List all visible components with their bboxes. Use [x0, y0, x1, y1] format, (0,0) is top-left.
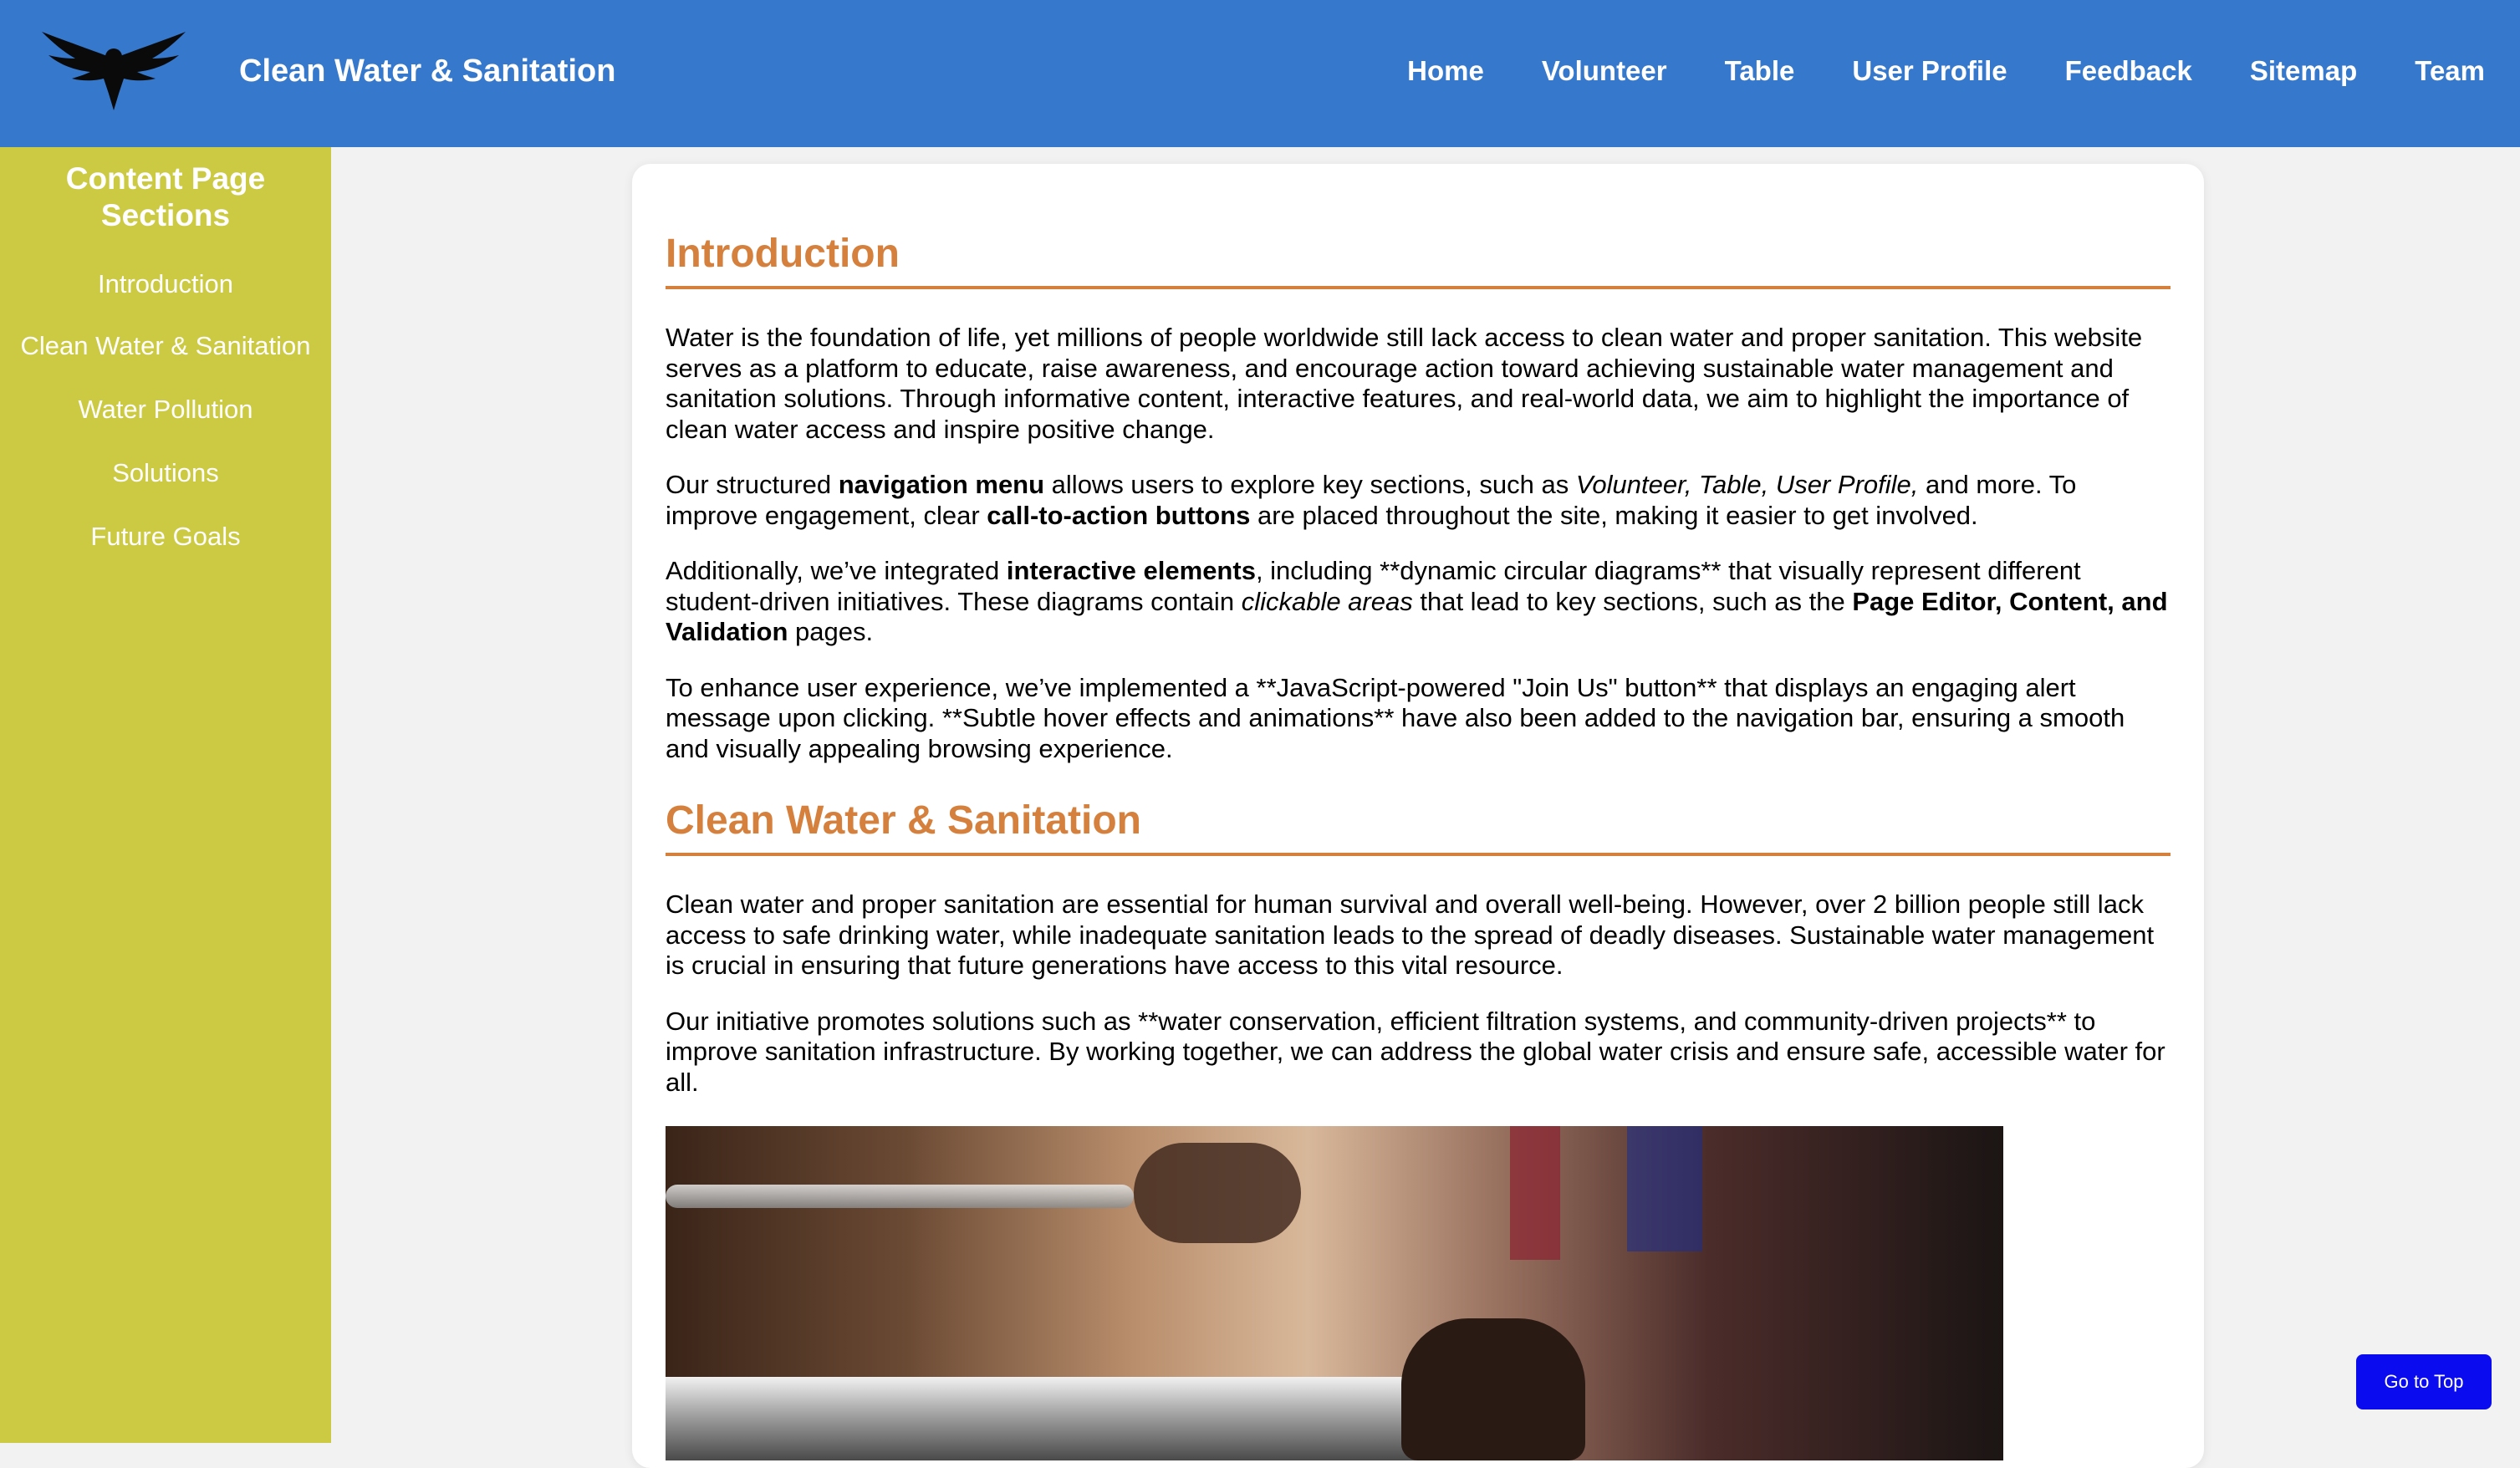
sidebar-item-water-pollution[interactable]: Water Pollution [0, 378, 331, 441]
site-header: Clean Water & Sanitation Home Volunteer … [0, 0, 2520, 147]
heading-clean-water: Clean Water & Sanitation [666, 798, 2171, 856]
sidebar-title: Content Page Sections [65, 161, 266, 232]
content-area: Introduction Water is the foundation of … [666, 231, 2171, 1460]
nav-table[interactable]: Table [1725, 50, 1795, 92]
sidebar-item-solutions[interactable]: Solutions [0, 441, 331, 505]
intro-paragraph-3: Additionally, we’ve integrated interacti… [666, 556, 2168, 646]
sidebar-item-future-goals[interactable]: Future Goals [0, 505, 331, 568]
clean-water-paragraph-1: Clean water and proper sanitation are es… [666, 889, 2155, 980]
go-to-top-button[interactable]: Go to Top [2356, 1354, 2492, 1409]
sidebar: Content Page Sections Introduction Clean… [0, 147, 331, 1443]
section-introduction: Introduction Water is the foundation of … [666, 231, 2171, 764]
sidebar-item-introduction[interactable]: Introduction [0, 266, 331, 314]
nav-volunteer[interactable]: Volunteer [1542, 50, 1667, 92]
nav-user-profile[interactable]: User Profile [1852, 50, 2007, 92]
nav-team[interactable]: Team [2415, 50, 2485, 92]
sidebar-item-clean-water-sanitation[interactable]: Clean Water & Sanitation [0, 314, 331, 378]
main-nav: Home Volunteer Table User Profile Feedba… [1407, 50, 2485, 92]
intro-paragraph-2: Our structured navigation menu allows us… [666, 470, 2077, 530]
clean-water-paragraph-2: Our initiative promotes solutions such a… [666, 1006, 2165, 1097]
nav-feedback[interactable]: Feedback [2065, 50, 2192, 92]
intro-paragraph-1: Water is the foundation of life, yet mil… [666, 323, 2143, 444]
site-title[interactable]: Clean Water & Sanitation [239, 50, 615, 92]
water-pipe-photo [666, 1126, 2003, 1460]
intro-paragraph-4: To enhance user experience, we’ve implem… [666, 672, 2125, 763]
nav-home[interactable]: Home [1407, 50, 1484, 92]
eagle-logo-icon[interactable] [38, 27, 189, 115]
section-clean-water: Clean Water & Sanitation Clean water and… [666, 798, 2171, 1460]
content-card: Introduction Water is the foundation of … [632, 164, 2204, 1468]
nav-sitemap[interactable]: Sitemap [2250, 50, 2357, 92]
sidebar-list: Introduction Clean Water & Sanitation Wa… [0, 266, 331, 568]
heading-introduction: Introduction [666, 231, 2171, 289]
